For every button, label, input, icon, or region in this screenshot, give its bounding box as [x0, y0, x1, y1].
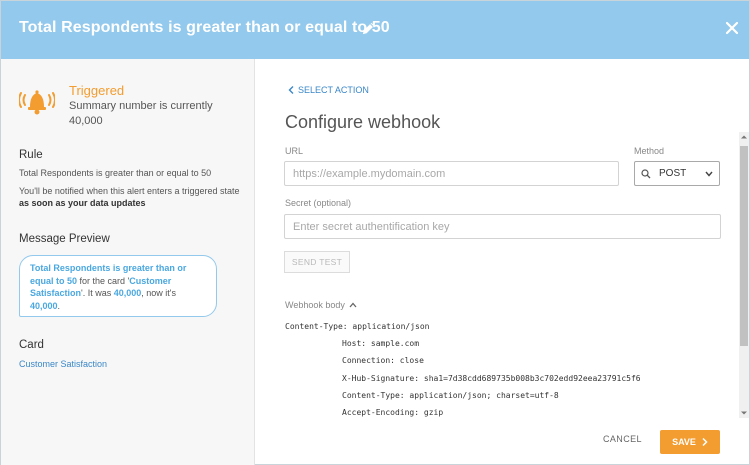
webhook-line: Accept-Encoding: gzip: [342, 408, 444, 417]
card-heading: Card: [19, 339, 44, 351]
rule-heading: Rule: [19, 149, 43, 161]
preview-text-1: for the card ': [79, 275, 130, 286]
preview-text-2: '. It was: [81, 288, 112, 298]
url-label: URL: [285, 146, 304, 156]
close-icon[interactable]: [723, 19, 741, 37]
preview-now-value: 40,000: [30, 300, 58, 311]
rule-notice: You'll be notified when this alert enter…: [19, 185, 244, 209]
preview-text-3: , now it's: [141, 288, 177, 298]
select-action-label: SELECT ACTION: [298, 85, 369, 95]
alert-title: Total Respondents is greater than or equ…: [19, 19, 390, 36]
preview-end: .: [57, 300, 61, 311]
method-select[interactable]: POST: [634, 161, 720, 186]
chevron-up-icon: [349, 302, 357, 308]
rule-notice-bold: as soon as your data updates: [19, 198, 146, 208]
method-value: POST: [659, 168, 687, 179]
preview-was-value: 40,000: [113, 288, 142, 298]
alert-summary-panel: Triggered Summary number is currently 40…: [1, 59, 255, 465]
rule-notice-text: You'll be notified when this alert enter…: [19, 186, 240, 196]
webhook-line: Content-Type: application/json: [285, 322, 430, 331]
alert-modal: Total Respondents is greater than or equ…: [0, 0, 750, 465]
secret-label: Secret (optional): [285, 198, 352, 208]
status-text: Summary number is currently 40,000: [69, 100, 213, 127]
scrollbar[interactable]: [739, 132, 749, 418]
search-icon: [641, 168, 651, 178]
scroll-up-arrow-icon[interactable]: [739, 132, 749, 142]
chevron-down-icon: [705, 171, 713, 177]
message-preview-heading: Message Preview: [19, 233, 110, 245]
save-label: SAVE: [672, 437, 696, 447]
method-label: Method: [634, 146, 665, 156]
ringing-bell-icon: [19, 90, 55, 115]
modal-header: Total Respondents is greater than or equ…: [1, 1, 749, 59]
send-test-button[interactable]: SEND TEST: [284, 251, 350, 273]
message-preview-bubble: Total Respondents is greater than or equ…: [19, 255, 217, 317]
scroll-down-arrow-icon[interactable]: [739, 408, 749, 418]
webhook-body-label: Webhook body: [285, 300, 345, 310]
status-title: Triggered: [69, 83, 125, 98]
webhook-line: X-Hub-Signature: sha1=7d38cdd689735b008b…: [342, 374, 641, 383]
webhook-line: Content-Type: application/json; charset=…: [342, 391, 559, 400]
select-action-link[interactable]: SELECT ACTION: [288, 85, 369, 95]
url-input[interactable]: [284, 161, 619, 186]
card-link[interactable]: Customer Satisfaction: [19, 359, 107, 369]
save-button[interactable]: SAVE: [660, 430, 720, 454]
rule-condition: Total Respondents is greater than or equ…: [19, 168, 212, 178]
pencil-icon[interactable]: [361, 21, 376, 36]
cancel-button[interactable]: CANCEL: [603, 434, 642, 444]
page-title: Configure webhook: [285, 112, 441, 132]
webhook-body-toggle[interactable]: Webhook body: [285, 300, 357, 310]
chevron-left-icon: [288, 86, 294, 94]
webhook-line: Host: sample.com: [342, 339, 420, 348]
webhook-line: Connection: close: [342, 356, 424, 365]
scrollbar-thumb[interactable]: [740, 146, 748, 346]
secret-input[interactable]: [284, 214, 721, 239]
chevron-right-icon: [702, 438, 708, 446]
